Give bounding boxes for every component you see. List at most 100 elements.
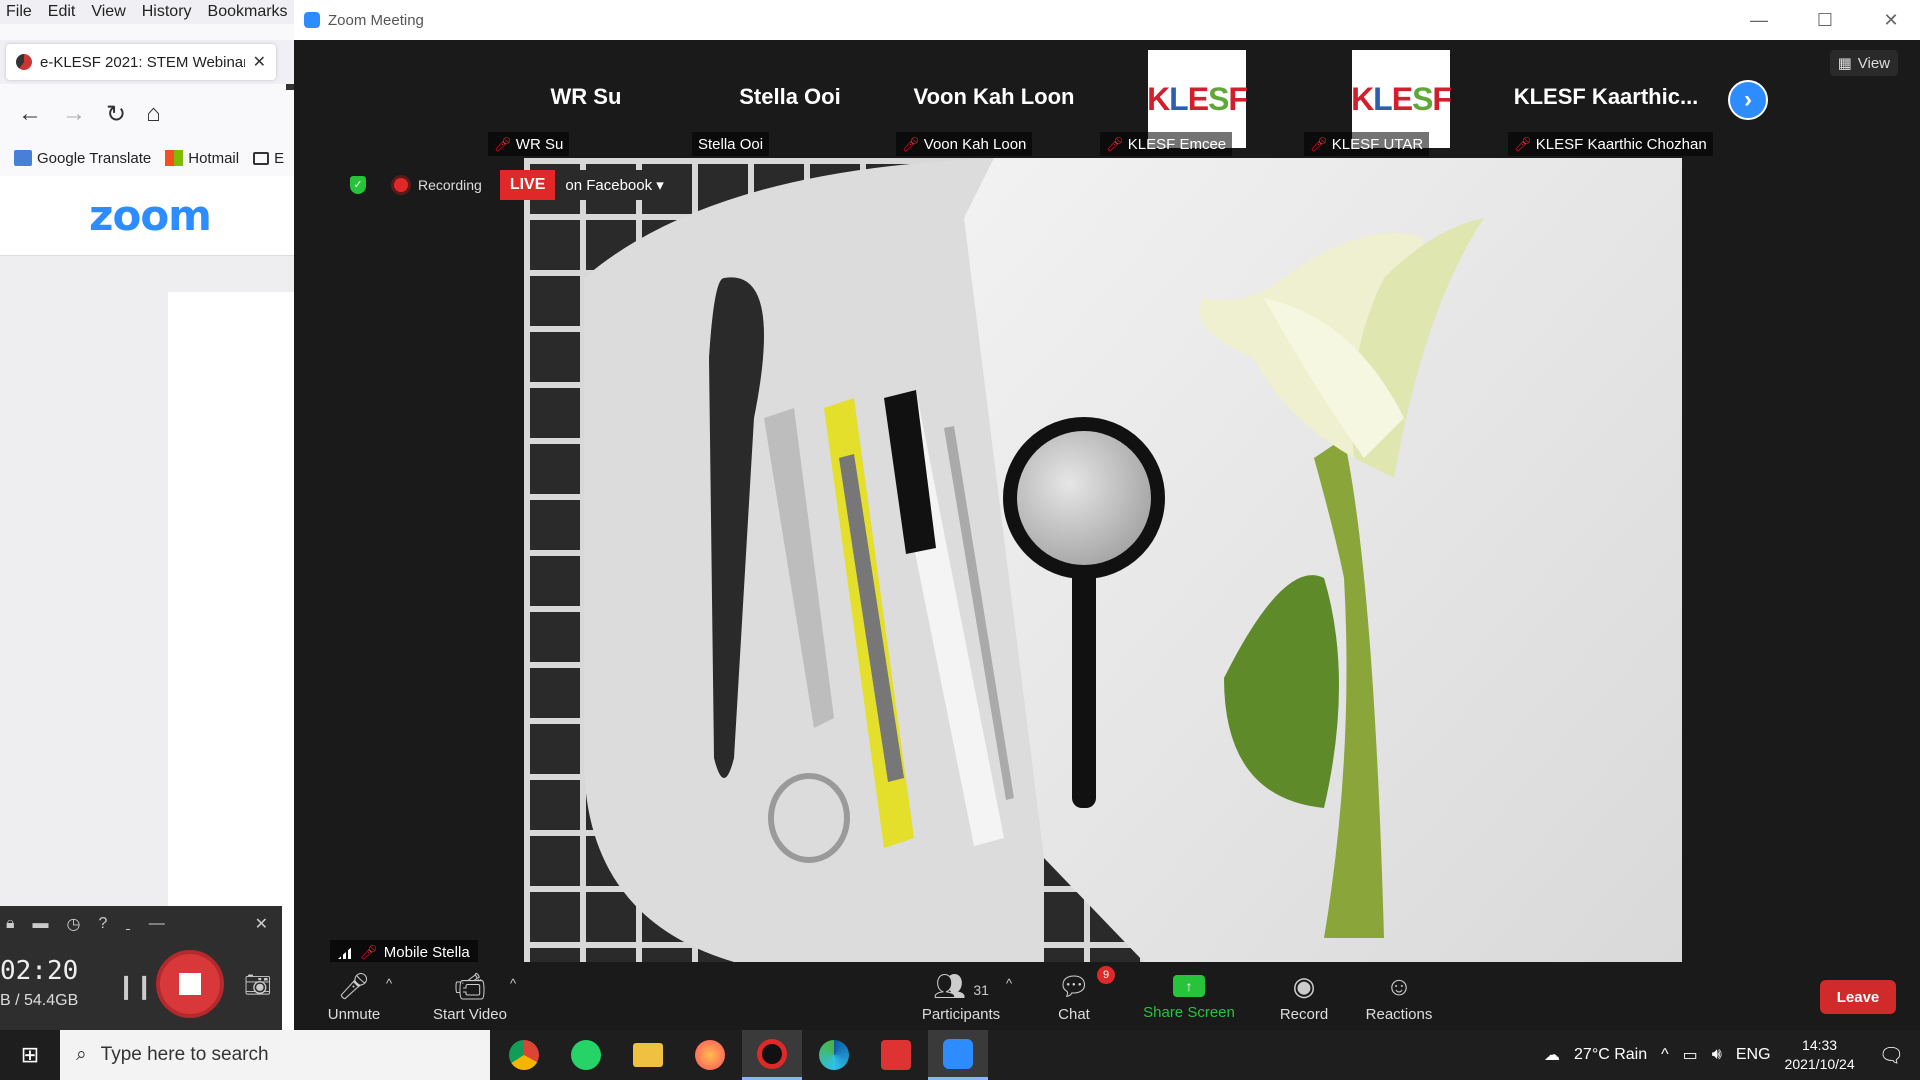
live-badge: LIVE <box>499 170 556 200</box>
live-target-dropdown[interactable]: on Facebook ▾ <box>555 170 674 200</box>
participant-strip: WR Su 🎤︎ WR Su Stella Ooi Stella Ooi Voon… <box>294 40 1920 156</box>
menu-view[interactable]: View <box>83 3 133 21</box>
start-video-label: Start Video <box>433 1006 507 1023</box>
participant-tile[interactable]: KLESF 🎤︎ KLESF UTAR <box>1302 50 1502 156</box>
weather-text[interactable]: 27°C Rain <box>1574 1046 1647 1064</box>
participant-caption: 🎤︎ KLESF Kaarthic Chozhan <box>1508 132 1713 156</box>
share-screen-button[interactable]: ↑ Share Screen <box>1134 968 1244 1021</box>
live-target-label: on Facebook <box>565 177 653 194</box>
taskbar-search[interactable]: ⌕ Type here to search <box>60 1030 490 1080</box>
unmute-label: Unmute <box>327 1006 381 1023</box>
help-icon[interactable]: ? <box>98 915 107 933</box>
chat-button[interactable]: 💬︎ 9 Chat <box>1039 966 1115 1023</box>
lock-icon[interactable]: 🔒︎ <box>6 915 15 933</box>
maximize-icon[interactable]: ☐ <box>1796 10 1854 31</box>
participant-caption-text: KLESF Kaarthic Chozhan <box>1535 135 1707 153</box>
notifications-icon[interactable]: 🗨︎ <box>1869 1043 1904 1068</box>
participant-caption: 🎤︎ Voon Kah Loon <box>896 132 1033 156</box>
participant-tile[interactable]: KLESF 🎤︎ KLESF Emcee <box>1098 50 1298 156</box>
edge-app-icon[interactable] <box>804 1030 864 1080</box>
language-indicator[interactable]: ENG <box>1736 1046 1771 1064</box>
screen-recorder-app-icon[interactable] <box>742 1030 802 1080</box>
reactions-button[interactable]: ☺ Reactions <box>1354 968 1444 1023</box>
participant-tile[interactable]: Stella Ooi Stella Ooi <box>690 50 890 156</box>
next-page-button[interactable]: › <box>1728 80 1768 120</box>
main-video <box>524 158 1682 962</box>
participant-name-large: KLESF Kaarthic... <box>1513 84 1699 109</box>
collapse-icon[interactable]: ˍ <box>125 915 130 933</box>
speaker-name: Mobile Stella <box>383 943 470 961</box>
minimize-icon[interactable]: — <box>1730 10 1788 31</box>
bookmark-label: Google Translate <box>37 149 152 167</box>
audio-options-caret-icon[interactable]: ^ <box>386 976 392 991</box>
mic-muted-icon: 🎤︎ <box>1106 135 1124 152</box>
bookmark-folder[interactable]: E <box>253 150 284 167</box>
record-icon: ◉ <box>1292 971 1316 1001</box>
firefox-app-icon[interactable] <box>680 1030 740 1080</box>
mic-muted-icon: 🎤︎ <box>1310 135 1328 152</box>
close-icon[interactable]: ✕ <box>1862 10 1920 31</box>
video-off-icon: 📹︎ <box>453 971 487 1001</box>
participants-button[interactable]: 👥︎ 31 Participants <box>906 968 1016 1023</box>
participants-icon-row: 👥︎ 31 <box>906 968 1016 1004</box>
stop-recording-button[interactable] <box>156 950 224 1018</box>
participants-caret-icon[interactable]: ^ <box>1006 976 1012 991</box>
video-options-caret-icon[interactable]: ^ <box>510 976 516 991</box>
chrome-app-icon[interactable] <box>494 1030 554 1080</box>
view-label: View <box>1857 54 1890 72</box>
folder-icon[interactable]: ▬ <box>33 915 49 933</box>
camera-icon[interactable]: 📷︎ <box>244 972 272 998</box>
chevron-up-icon[interactable]: ^ <box>1661 1046 1669 1064</box>
menu-edit[interactable]: Edit <box>40 3 84 21</box>
participant-tile[interactable]: Voon Kah Loon 🎤︎ Voon Kah Loon <box>894 50 1094 156</box>
participant-caption-text: KLESF UTAR <box>1331 135 1424 153</box>
participant-caption-text: KLESF Emcee <box>1127 135 1227 153</box>
screen-recorder-widget: 🔒︎ ▬ ◷ ? ˍ — ✕ 02:20 B / 54.4GB ❙❙ 📷︎ <box>0 906 282 1030</box>
chat-badge: 9 <box>1097 966 1115 984</box>
unmute-button[interactable]: 🎤︎ Unmute <box>324 968 384 1023</box>
reload-icon[interactable]: ↻ <box>106 100 126 129</box>
bookmark-hotmail[interactable]: Hotmail <box>165 150 239 167</box>
participants-label: Participants <box>921 1006 1001 1023</box>
close-icon[interactable]: ✕ <box>255 914 282 934</box>
whatsapp-app-icon[interactable] <box>556 1030 616 1080</box>
close-tab-icon[interactable]: ✕ <box>253 52 266 72</box>
participant-tile[interactable]: KLESF Kaarthic... 🎤︎ KLESF Kaarthic Chozh… <box>1506 50 1713 156</box>
system-tray: ☁ 27°C Rain ^ ▭ 🔊︎ ENG 14:33 2021/10/24 … <box>1544 1030 1920 1080</box>
wps-office-app-icon[interactable] <box>866 1030 926 1080</box>
menu-file[interactable]: File <box>0 3 40 21</box>
home-icon[interactable]: ⌂ <box>146 100 161 128</box>
zoom-window: Zoom Meeting — ☐ ✕ WR Su 🎤︎ WR Su Stella … <box>294 0 1920 1030</box>
file-explorer-app-icon[interactable] <box>618 1030 678 1080</box>
menu-bookmarks[interactable]: Bookmarks <box>200 3 296 21</box>
zoom-app-icon[interactable] <box>928 1030 988 1080</box>
recording-label[interactable]: Recording <box>418 177 482 193</box>
battery-icon[interactable]: ▭ <box>1683 1045 1698 1065</box>
record-button[interactable]: ◉ Record <box>1264 968 1344 1023</box>
site-favicon-icon <box>16 54 32 70</box>
participant-tile[interactable]: WR Su 🎤︎ WR Su <box>486 50 686 156</box>
pause-icon[interactable]: ❙❙ <box>116 972 154 1001</box>
taskbar-clock[interactable]: 14:33 2021/10/24 <box>1785 1036 1855 1074</box>
clock-icon[interactable]: ◷ <box>67 914 81 934</box>
start-video-button[interactable]: 📹︎ Start Video <box>420 968 520 1023</box>
zoom-logo[interactable]: zoom <box>89 191 212 240</box>
recording-dot-icon <box>394 178 408 192</box>
volume-icon[interactable]: 🔊︎ <box>1712 1046 1722 1064</box>
participant-caption-text: WR Su <box>515 135 564 153</box>
minimize-icon[interactable]: — <box>149 915 165 933</box>
browser-tab[interactable]: e-KLESF 2021: STEM Webinar – ✕ <box>6 44 276 80</box>
menu-history[interactable]: History <box>134 3 200 21</box>
encryption-shield-icon[interactable]: ✓ <box>350 176 366 194</box>
meeting-toolbar: 🎤︎ Unmute ^ 📹︎ Start Video ^ 👥︎ 31 Parti… <box>294 962 1920 1030</box>
forward-icon[interactable]: → <box>62 100 86 128</box>
bookmark-google-translate[interactable]: Google Translate <box>14 150 151 167</box>
back-icon[interactable]: ← <box>18 100 42 128</box>
google-translate-icon <box>14 150 32 166</box>
weather-icon[interactable]: ☁ <box>1544 1045 1560 1065</box>
tab-title: e-KLESF 2021: STEM Webinar – <box>40 53 245 71</box>
leave-button[interactable]: Leave <box>1820 980 1896 1014</box>
grid-icon: ▦ <box>1837 55 1852 72</box>
view-button[interactable]: ▦ View <box>1829 50 1898 76</box>
windows-start-icon[interactable]: ⊞ <box>0 1030 60 1080</box>
